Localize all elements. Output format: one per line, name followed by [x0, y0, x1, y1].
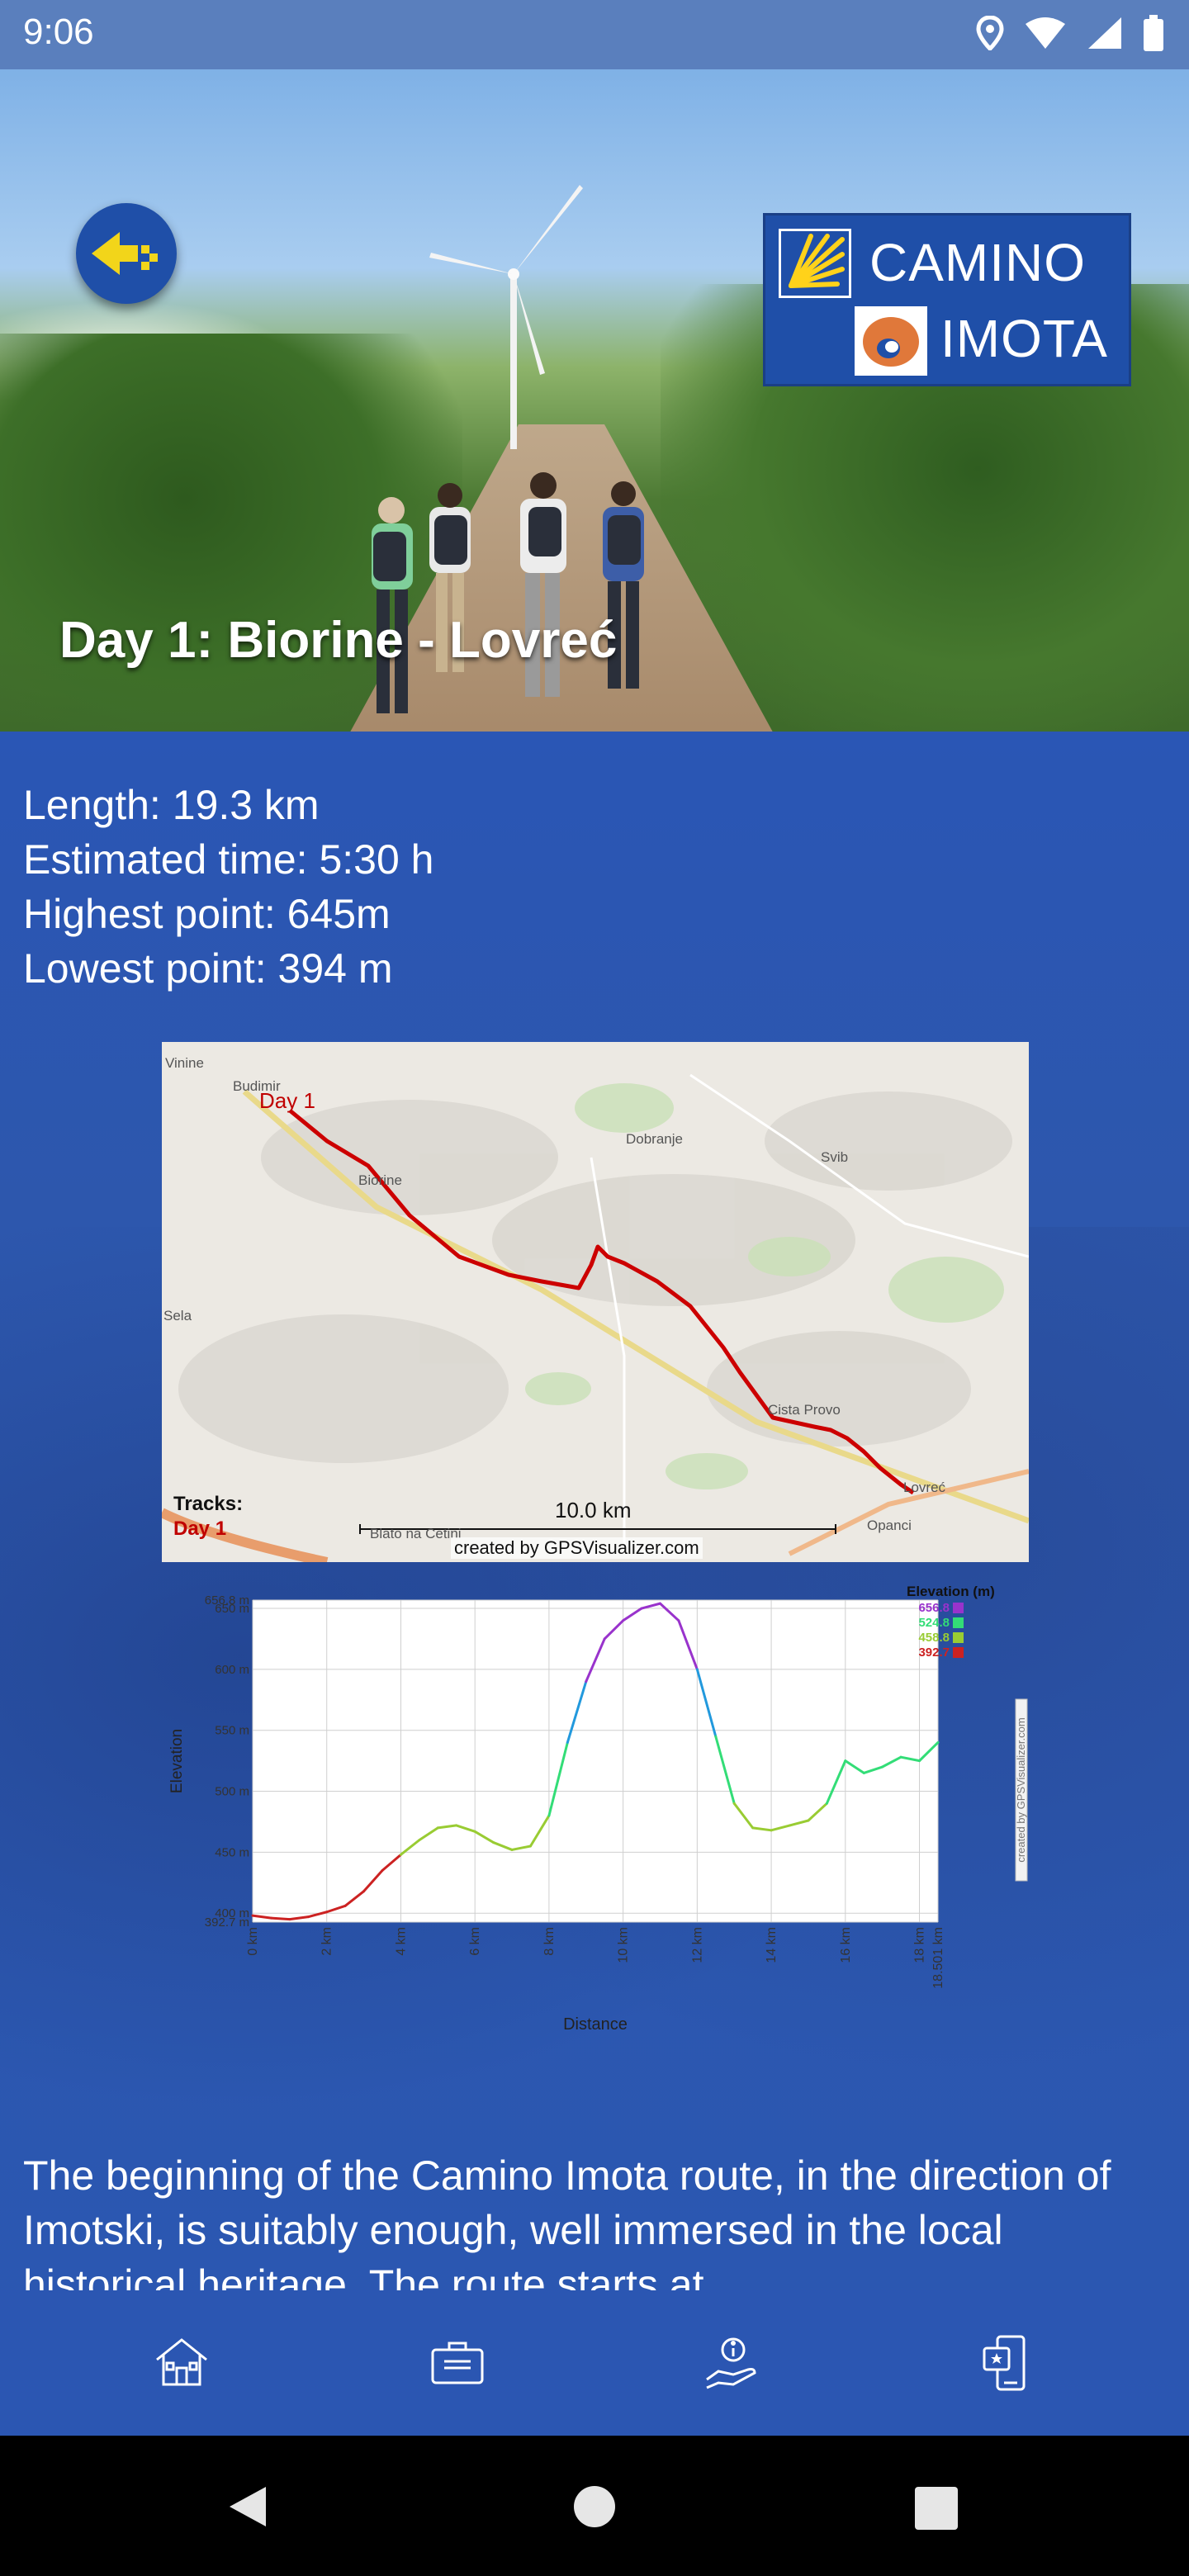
wind-turbine — [429, 185, 583, 449]
route-stats: Length: 19.3 km Estimated time: 5:30 h H… — [23, 778, 433, 996]
logo-text-imota: IMOTA — [940, 309, 1108, 368]
legend-value: 392.7 — [918, 1646, 950, 1660]
battery-icon — [1144, 15, 1163, 51]
status-icons — [976, 15, 1164, 51]
map-legend-item: Day 1 — [173, 1518, 227, 1540]
hero-image: CAMINO IMOTA Day 1: Biorine - Lovreć — [0, 69, 1189, 732]
info-hand-icon — [706, 2337, 756, 2389]
nav-home[interactable] — [149, 2330, 215, 2396]
chart-legend-title: Elevation (m) — [907, 1584, 995, 1599]
map-scale: 10.0 km — [555, 1498, 632, 1522]
map-place-vinine: Vinine — [165, 1055, 204, 1071]
map-place-blato: Blato na Cetini — [370, 1526, 462, 1541]
elevation-segment — [269, 1916, 291, 1921]
elevation-chart-svg: 0 km 2 km 4 km 6 km 8 km 10 km 12 km 14 km 16 km… — [168, 1593, 1028, 2034]
arrow-left-icon — [92, 232, 158, 275]
legend-value: 524.8 — [918, 1616, 950, 1630]
side-credit: created by GPSVisualizer.com — [1015, 1717, 1027, 1862]
y-tick-label: 656.8 m — [205, 1593, 249, 1608]
y-tick-label: 550 m — [215, 1724, 249, 1738]
briefcase-icon — [431, 2342, 484, 2384]
badge-icon — [855, 306, 927, 376]
map-place-sela: Sela — [163, 1308, 192, 1324]
map-place-lovrec: Lovreć — [903, 1480, 946, 1495]
map-place-cista-provo: Cista Provo — [768, 1402, 841, 1418]
recents-square-icon[interactable] — [913, 2485, 959, 2531]
map-place-opanci: Opanci — [867, 1518, 912, 1533]
legend-swatch — [953, 1603, 964, 1613]
legend-value: 458.8 — [918, 1631, 950, 1645]
home-circle-icon[interactable] — [570, 2482, 619, 2531]
x-tick-label: 14 km — [765, 1927, 779, 1963]
map-background — [162, 1042, 1029, 1562]
x-axis-label: Distance — [563, 2015, 628, 2034]
x-tick-label: 6 km — [468, 1927, 482, 1956]
signal-icon — [1088, 17, 1121, 49]
y-axis-label: Elevation — [168, 1729, 186, 1793]
logo-text-camino: CAMINO — [869, 233, 1086, 292]
bottom-navigation — [0, 2290, 1189, 2436]
x-tick-label: 18.501 km — [931, 1927, 945, 1989]
y-tick-label: 500 m — [215, 1785, 249, 1799]
back-button[interactable] — [76, 203, 177, 304]
legend-swatch — [953, 1647, 964, 1658]
y-tick-label: 400 m — [215, 1906, 249, 1920]
stat-highest: Highest point: 645m — [23, 891, 391, 937]
nav-phone[interactable] — [976, 2330, 1042, 2396]
x-tick-label: 0 km — [246, 1927, 260, 1956]
wifi-icon — [1026, 17, 1065, 49]
home-icon — [156, 2338, 207, 2386]
x-tick-label: 18 km — [913, 1927, 927, 1963]
camino-imota-logo: CAMINO IMOTA — [763, 213, 1131, 386]
route-description: The beginning of the Camino Imota route,… — [23, 2152, 1111, 2290]
back-triangle-icon[interactable] — [223, 2482, 272, 2531]
stat-lowest: Lowest point: 394 m — [23, 945, 393, 992]
stat-time: Estimated time: 5:30 h — [23, 836, 434, 883]
x-tick-label: 10 km — [617, 1927, 631, 1963]
hikers — [372, 472, 644, 713]
elevation-chart: Elevation (m) 0 km 2 km 4 km 6 km 8 km 10 km 1… — [162, 1584, 1029, 2112]
map-credit: created by GPSVisualizer.com — [451, 1537, 703, 1559]
route-map[interactable]: Vinine Budimir Biorine Dobranje Svib Sel… — [162, 1042, 1029, 1562]
system-navigation — [0, 2436, 1189, 2576]
x-tick-label: 4 km — [394, 1927, 408, 1956]
map-place-svib: Svib — [821, 1149, 849, 1165]
x-tick-label: 12 km — [690, 1927, 704, 1963]
x-tick-label: 2 km — [320, 1927, 334, 1956]
scallop-shell-icon — [779, 229, 851, 298]
main-content[interactable]: Length: 19.3 km Estimated time: 5:30 h H… — [0, 732, 1189, 2290]
map-legend-title: Tracks: — [173, 1493, 244, 1515]
nav-briefcase[interactable] — [424, 2330, 490, 2396]
legend-value: 656.8 — [918, 1601, 950, 1615]
map-track-label: Day 1 — [259, 1088, 315, 1113]
legend-swatch — [953, 1617, 964, 1628]
map-place-biorine: Biorine — [358, 1172, 402, 1188]
phone-star-icon — [983, 2335, 1026, 2391]
legend-swatch — [953, 1632, 964, 1643]
status-bar: 9:06 — [0, 0, 1189, 69]
nav-info[interactable] — [700, 2330, 766, 2396]
map-place-dobranje: Dobranje — [626, 1131, 683, 1147]
y-tick-label: 450 m — [215, 1845, 249, 1859]
x-tick-label: 16 km — [839, 1927, 853, 1963]
stat-length: Length: 19.3 km — [23, 782, 320, 828]
y-tick-label: 600 m — [215, 1663, 249, 1677]
location-icon — [976, 16, 1004, 50]
x-tick-label: 8 km — [542, 1927, 557, 1956]
page-title: Day 1: Biorine - Lovreć — [59, 612, 618, 669]
plot-area — [252, 1599, 939, 1923]
status-time: 9:06 — [23, 12, 94, 52]
